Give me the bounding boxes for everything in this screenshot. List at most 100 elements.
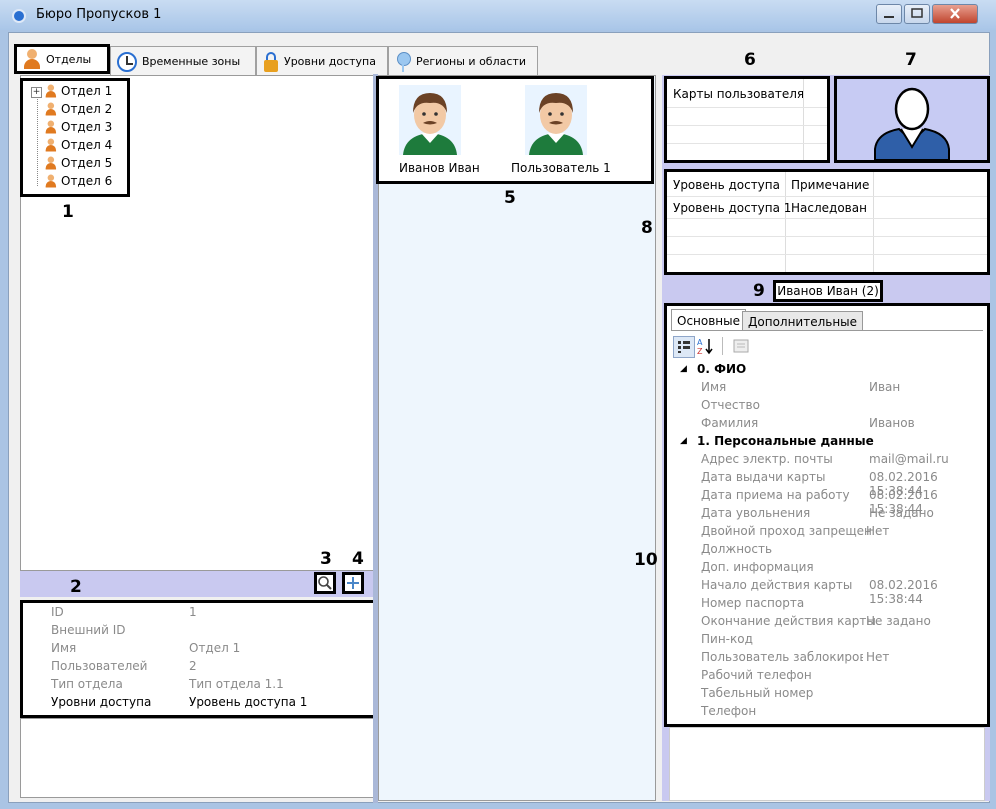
property-label[interactable]: Окончание действия карты [701, 614, 876, 628]
property-label[interactable]: Отчество [701, 398, 760, 412]
collapse-icon[interactable]: ◢ [680, 364, 687, 374]
property-label[interactable]: Пин-код [701, 632, 753, 646]
collapse-icon[interactable]: ◢ [680, 436, 687, 446]
person-icon [45, 84, 57, 98]
selected-user-label: Иванов Иван (2) [773, 280, 883, 302]
callout-2: 2 [70, 577, 82, 597]
property-value[interactable]: Нет [866, 650, 889, 664]
categorized-button[interactable] [673, 336, 695, 358]
grid-line [667, 236, 987, 237]
property-pages-button[interactable] [731, 337, 751, 355]
tab-additional[interactable]: Дополнительные [742, 311, 864, 331]
tab-regions[interactable]: Регионы и области [388, 46, 538, 76]
grid-line [667, 254, 987, 255]
tab-label: Уровни доступа [284, 55, 376, 68]
tab-general[interactable]: Основные [671, 309, 747, 331]
property-value[interactable]: Иванов [869, 416, 915, 430]
department-properties: ID 1 Внешний ID Имя Отдел 1 Пользователе… [20, 600, 376, 718]
expand-icon[interactable]: + [31, 87, 42, 98]
tree-item[interactable]: Отдел 6 [45, 172, 112, 190]
callout-4: 4 [352, 549, 364, 569]
maximize-icon [911, 8, 923, 18]
pin-icon [395, 51, 411, 72]
access-levels-table: Уровень доступа Примечание Уровень досту… [664, 169, 990, 275]
tree-item-label: Отдел 6 [61, 174, 113, 188]
user-properties: Основные Дополнительные AZ ◢ 0. ФИО Имя … [664, 303, 990, 727]
property-label[interactable]: Телефон [701, 704, 756, 718]
tree-line [37, 90, 39, 186]
property-value[interactable]: Не задано [866, 614, 931, 628]
close-button[interactable] [932, 4, 978, 24]
callout-1: 1 [62, 202, 74, 222]
tree-item[interactable]: Отдел 3 [45, 118, 112, 136]
property-value[interactable]: Нет [866, 524, 889, 538]
tree-item[interactable]: Отдел 5 [45, 154, 112, 172]
tree-item[interactable]: Отдел 2 [45, 100, 112, 118]
property-label[interactable]: Дата увольнения [701, 506, 810, 520]
property-value[interactable]: mail@mail.ru [869, 452, 949, 466]
minimize-icon [884, 16, 894, 18]
tab-time-zones[interactable]: Временные зоны [110, 46, 256, 76]
prop-label: Имя [51, 641, 77, 655]
callout-7: 7 [905, 50, 917, 70]
app-icon [12, 9, 26, 23]
prop-label: ID [51, 605, 64, 619]
property-value[interactable]: Иван [869, 380, 900, 394]
prop-value: Тип отдела 1.1 [189, 677, 284, 691]
column-header[interactable]: Примечание [791, 178, 869, 192]
grid-line [667, 196, 987, 197]
column-header[interactable]: Уровень доступа [673, 178, 780, 192]
user-name[interactable]: Иванов Иван [399, 161, 480, 175]
search-button[interactable] [314, 572, 336, 594]
svg-text:Z: Z [697, 347, 703, 356]
callout-6: 6 [744, 50, 756, 70]
tab-label: Регионы и области [416, 55, 526, 68]
user-name[interactable]: Пользователь 1 [511, 161, 611, 175]
user-avatar-icon [525, 85, 587, 155]
callout-8: 8 [641, 218, 653, 238]
prop-label: Тип отдела [51, 677, 123, 691]
cards-header: Карты пользователя [673, 87, 805, 101]
property-label[interactable]: Начало действия карты [701, 578, 852, 592]
property-label[interactable]: Пользователь заблокирован [701, 650, 863, 664]
avatar[interactable] [525, 85, 587, 155]
department-tree: + Отдел 1 Отдел 2 Отдел 3 Отдел 4 Отдел … [20, 78, 130, 197]
property-label[interactable]: Должность [701, 542, 772, 556]
property-label[interactable]: Адрес электр. почты [701, 452, 833, 466]
property-value[interactable]: 08.02.2016 15:38:44 [869, 578, 987, 606]
property-label[interactable]: Дата выдачи карты [701, 470, 825, 484]
property-label[interactable]: Дата приема на работу [701, 488, 850, 502]
table-cell[interactable]: Наследован [791, 201, 867, 215]
callout-3: 3 [320, 549, 332, 569]
property-label[interactable]: Доп. информация [701, 560, 814, 574]
grid-line [667, 107, 827, 108]
property-label[interactable]: Имя [701, 380, 726, 394]
tab-access-levels[interactable]: Уровни доступа [256, 46, 388, 76]
clock-icon [117, 51, 137, 72]
property-value[interactable]: Не задано [869, 506, 934, 520]
table-cell[interactable]: Уровень доступа 1 [673, 201, 791, 215]
property-label[interactable]: Табельный номер [701, 686, 813, 700]
callout-5: 5 [504, 188, 516, 208]
avatar[interactable] [399, 85, 461, 155]
property-label[interactable]: Рабочий телефон [701, 668, 812, 682]
grid-line [785, 172, 786, 272]
add-button[interactable] [342, 572, 364, 594]
prop-label: Пользователей [51, 659, 148, 673]
maximize-button[interactable] [904, 4, 930, 24]
tab-departments[interactable]: Отделы [14, 44, 110, 74]
close-icon [950, 8, 960, 19]
user-photo[interactable] [834, 76, 990, 163]
tree-item[interactable]: Отдел 1 [45, 82, 112, 100]
prop-value: 2 [189, 659, 197, 673]
prop-value: 1 [189, 605, 197, 619]
property-label[interactable]: Номер паспорта [701, 596, 804, 610]
sort-az-button[interactable]: AZ [696, 336, 716, 356]
person-icon [45, 120, 57, 134]
property-label[interactable]: Двойной проход запрещен [701, 524, 872, 538]
grid-line [803, 79, 804, 160]
grid-line [667, 143, 827, 144]
property-label[interactable]: Фамилия [701, 416, 758, 430]
tree-item[interactable]: Отдел 4 [45, 136, 112, 154]
minimize-button[interactable] [876, 4, 902, 24]
